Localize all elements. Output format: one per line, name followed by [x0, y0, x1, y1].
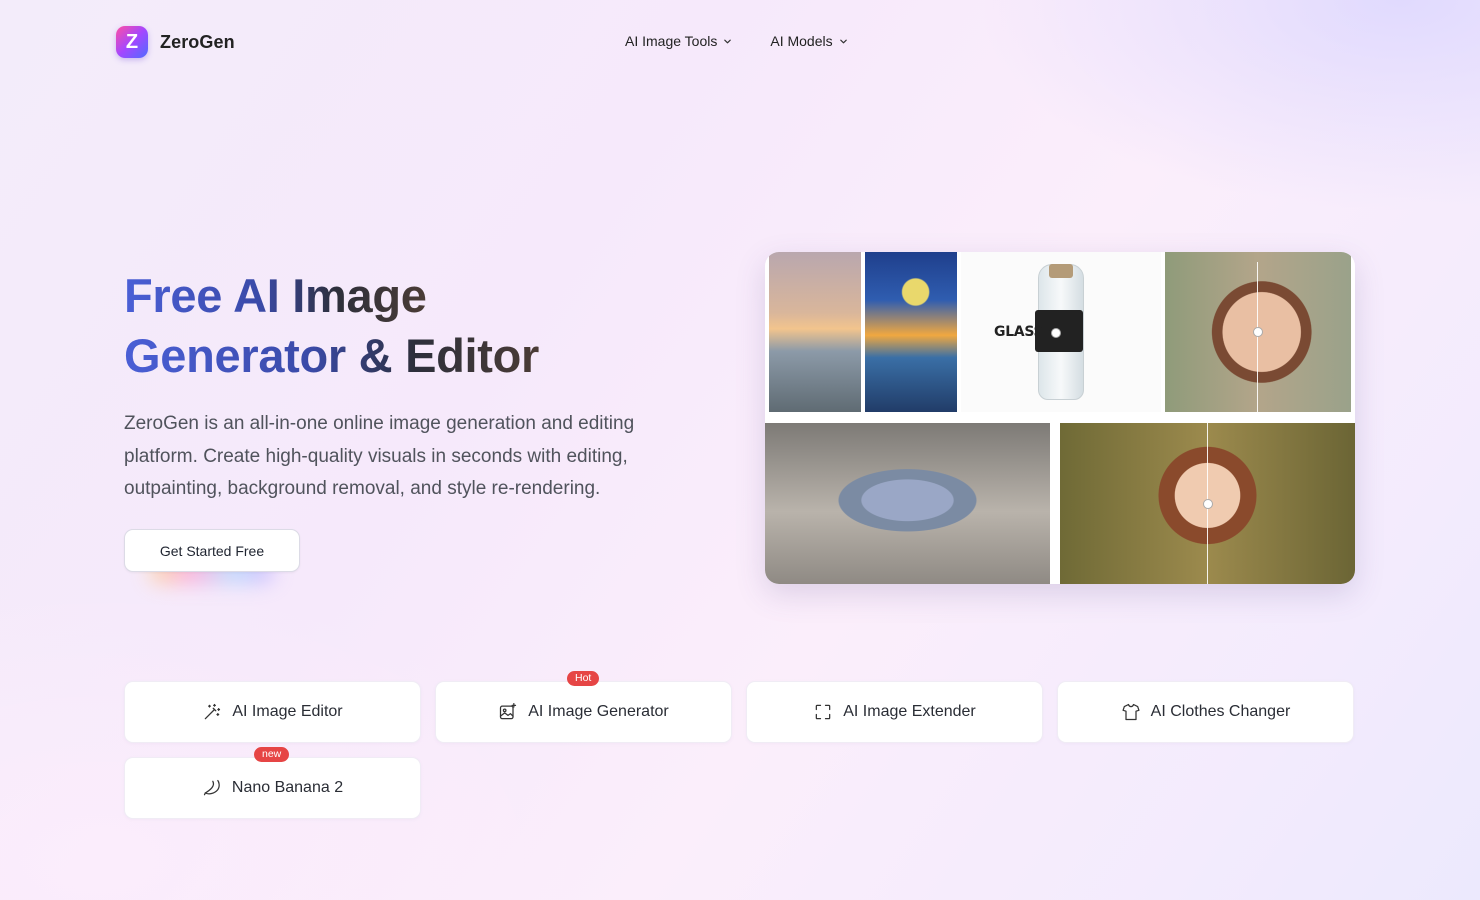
tool-label: AI Image Editor: [232, 703, 343, 720]
compare-handle[interactable]: [1203, 499, 1213, 509]
tool-ai-image-editor[interactable]: AI Image Editor: [124, 681, 421, 743]
magic-wand-icon: [205, 703, 221, 720]
portrait-girl-image: [1060, 423, 1355, 584]
tool-ai-clothes-changer[interactable]: AI Clothes Changer: [1057, 681, 1354, 743]
compare-handle[interactable]: [1253, 327, 1263, 337]
nav-label: AI Image Tools: [625, 33, 718, 49]
beach-styled-image: [865, 252, 957, 412]
portrait-woman-image: [1165, 252, 1351, 412]
brand-name: ZeroGen: [160, 31, 235, 52]
chevron-down-icon: [724, 39, 732, 43]
compare-divider: [1257, 262, 1258, 412]
nav-ai-image-tools[interactable]: AI Image Tools: [625, 33, 732, 49]
nav-label: AI Models: [770, 33, 833, 49]
logo-mark-icon: Z: [116, 26, 148, 58]
site-header: Z ZeroGen AI Image Tools AI Models: [0, 0, 1480, 84]
floating-landscape-image: [765, 423, 1050, 584]
hero-description: ZeroGen is an all-in-one online image ge…: [124, 413, 635, 499]
hero-title-line1: Free AI Image: [124, 269, 427, 322]
tool-label: Nano Banana 2: [231, 779, 344, 796]
new-badge: new: [254, 747, 290, 762]
image-sparkle-icon: [500, 703, 517, 720]
main-nav: AI Image Tools AI Models: [625, 33, 848, 49]
banana-icon: [203, 779, 220, 796]
logo[interactable]: Z ZeroGen: [116, 26, 235, 58]
bottle-cap: [1049, 264, 1073, 278]
hero-title: Free AI Image Generator & Editor: [124, 266, 724, 386]
chevron-down-icon: [839, 39, 847, 43]
hero-title-line2: Generator & Editor: [124, 329, 540, 382]
tool-nano-banana-2[interactable]: Nano Banana 2: [124, 757, 421, 819]
tool-label: AI Image Generator: [528, 703, 669, 720]
expand-frame-icon: [815, 704, 831, 720]
tshirt-icon: [1122, 703, 1140, 721]
compare-handle[interactable]: [1051, 328, 1061, 338]
beach-original-image: [769, 252, 861, 412]
tool-label: AI Clothes Changer: [1150, 703, 1291, 720]
bottle-background-removal-image: GLASS W: [961, 252, 1161, 412]
hot-badge: Hot: [567, 671, 600, 686]
showcase-collage: GLASS W: [765, 252, 1355, 584]
get-started-button[interactable]: Get Started Free: [124, 529, 300, 572]
nav-ai-models[interactable]: AI Models: [770, 33, 847, 49]
tool-ai-image-extender[interactable]: AI Image Extender: [746, 681, 1043, 743]
tool-ai-image-generator[interactable]: AI Image Generator: [435, 681, 732, 743]
cta-wrapper: Get Started Free: [124, 529, 300, 589]
tool-label: AI Image Extender: [843, 703, 976, 720]
